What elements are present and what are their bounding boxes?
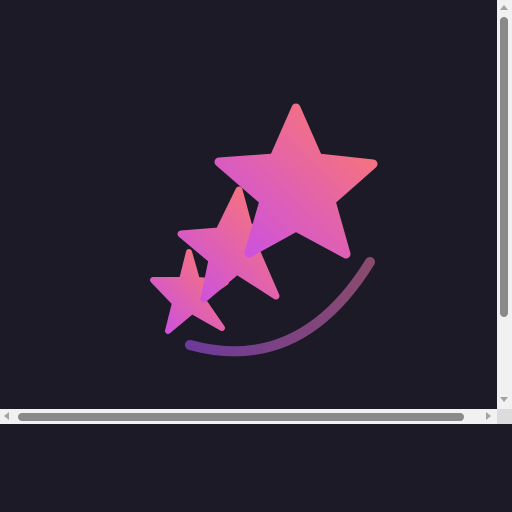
- chevron-right-icon[interactable]: [486, 412, 491, 420]
- vertical-scrollbar-thumb[interactable]: [500, 17, 508, 317]
- content-viewport: [0, 0, 497, 409]
- vertical-scrollbar[interactable]: [497, 0, 512, 409]
- shooting-stars-icon: [150, 103, 378, 357]
- chevron-up-icon[interactable]: [500, 5, 508, 10]
- horizontal-scrollbar-thumb[interactable]: [18, 413, 464, 421]
- chevron-down-icon[interactable]: [500, 397, 508, 402]
- page-background: [0, 424, 512, 512]
- horizontal-scrollbar[interactable]: [0, 409, 497, 424]
- chevron-left-icon[interactable]: [4, 412, 9, 420]
- scrollbar-corner: [497, 409, 512, 424]
